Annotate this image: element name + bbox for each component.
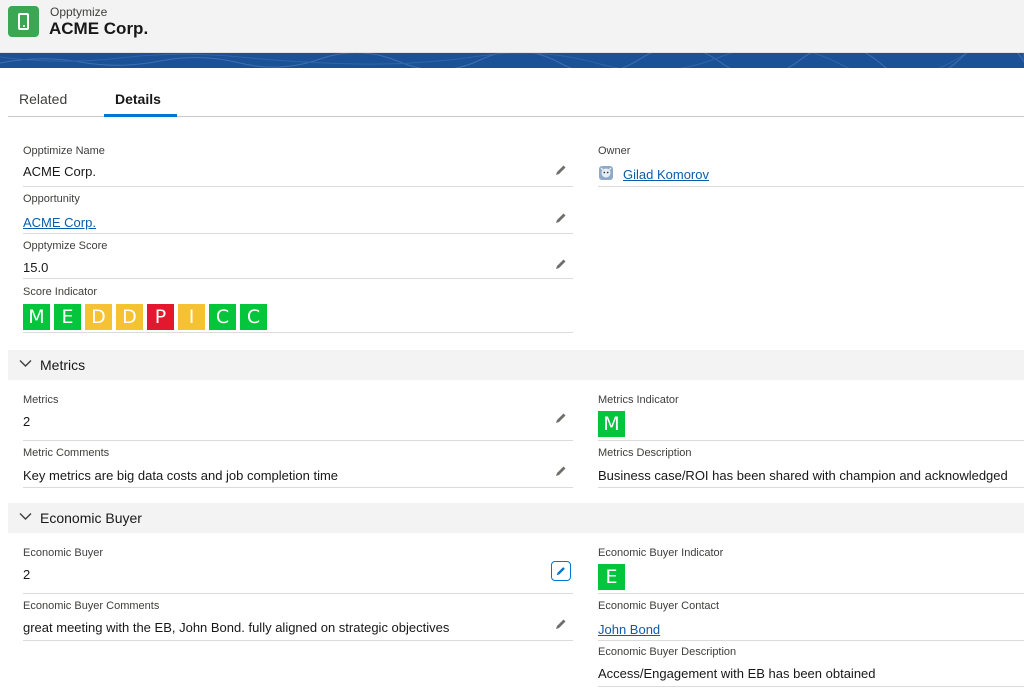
field-value: ACME Corp.	[23, 164, 96, 179]
edit-pencil-icon[interactable]	[554, 411, 568, 425]
field-label: Economic Buyer Comments	[23, 600, 160, 612]
score-letter-3: D	[85, 304, 112, 330]
active-tab-indicator	[104, 114, 177, 117]
field-value: Access/Engagement with EB has been obtai…	[598, 666, 876, 681]
score-letter-6: I	[178, 304, 205, 330]
field-value: Business case/ROI has been shared with c…	[598, 468, 1008, 483]
object-type-label: Opptymize	[50, 5, 108, 19]
score-letter-8: C	[240, 304, 267, 330]
field-economic-buyer-description: Economic Buyer Description Access/Engage…	[583, 644, 1024, 689]
section-title: Metrics	[40, 357, 86, 373]
field-label: Metric Comments	[23, 447, 110, 459]
field-score-indicator: Score Indicator MEDDPICC	[8, 284, 573, 334]
field-metrics-indicator: Metrics Indicator M	[583, 392, 1024, 442]
edit-pencil-icon[interactable]	[554, 257, 568, 271]
field-label: Owner	[598, 145, 631, 157]
field-metrics: Metrics 2	[8, 392, 573, 442]
tab-bar: Related Details	[8, 68, 1024, 117]
metrics-indicator-letter: M	[598, 411, 625, 437]
section-economic-buyer-header[interactable]: Economic Buyer	[8, 503, 1024, 533]
chevron-down-icon	[19, 360, 32, 367]
record-header: Opptymize ACME Corp.	[0, 0, 1024, 53]
field-economic-buyer-comments: Economic Buyer Comments great meeting wi…	[8, 598, 573, 643]
score-letter-7: C	[209, 304, 236, 330]
user-avatar-icon	[599, 166, 613, 180]
section-title: Economic Buyer	[40, 510, 142, 526]
header-banner	[0, 53, 1024, 68]
tab-related[interactable]: Related	[19, 91, 67, 107]
owner-link[interactable]: Gilad Komorov	[623, 167, 709, 182]
edit-pencil-icon-focused[interactable]	[551, 561, 571, 581]
field-label: Metrics Indicator	[598, 394, 679, 406]
tab-details[interactable]: Details	[115, 91, 161, 107]
economic-buyer-indicator-letter: E	[598, 564, 625, 590]
score-letter-2: E	[54, 304, 81, 330]
field-label: Metrics Description	[598, 447, 692, 459]
field-owner: Owner Gilad Komorov	[583, 143, 1024, 188]
chevron-down-icon	[19, 513, 32, 520]
field-value: Key metrics are big data costs and job c…	[23, 468, 339, 483]
field-metrics-description: Metrics Description Business case/ROI ha…	[583, 445, 1024, 490]
field-label: Opptymize Score	[23, 240, 108, 252]
field-opportunity: Opportunity ACME Corp.	[8, 191, 573, 236]
field-economic-buyer-indicator: Economic Buyer Indicator E	[583, 545, 1024, 595]
score-letter-1: M	[23, 304, 50, 330]
field-label: Opptimize Name	[23, 145, 105, 157]
field-value: great meeting with the EB, John Bond. fu…	[23, 620, 450, 635]
field-opptymize-score: Opptymize Score 15.0	[8, 238, 573, 283]
edit-pencil-icon[interactable]	[554, 464, 568, 478]
field-label: Economic Buyer Description	[598, 646, 737, 658]
field-label: Economic Buyer Indicator	[598, 547, 724, 559]
section-metrics-header[interactable]: Metrics	[8, 350, 1024, 380]
economic-buyer-contact-link[interactable]: John Bond	[598, 622, 660, 637]
field-opptimize-name: Opptimize Name ACME Corp.	[8, 143, 573, 188]
record-detail-card: Related Details Opptimize Name ACME Corp…	[8, 68, 1024, 696]
edit-pencil-icon[interactable]	[554, 211, 568, 225]
field-label: Score Indicator	[23, 286, 97, 298]
opportunity-link[interactable]: ACME Corp.	[23, 215, 96, 230]
field-label: Economic Buyer Contact	[598, 600, 720, 612]
field-metric-comments: Metric Comments Key metrics are big data…	[8, 445, 573, 490]
score-letter-5: P	[147, 304, 174, 330]
field-label: Metrics	[23, 394, 59, 406]
field-economic-buyer-contact: Economic Buyer Contact John Bond	[583, 598, 1024, 643]
field-value: 15.0	[23, 260, 49, 275]
edit-pencil-icon[interactable]	[554, 163, 568, 177]
field-value: 2	[23, 414, 31, 429]
edit-pencil-icon[interactable]	[554, 617, 568, 631]
field-label: Economic Buyer	[23, 547, 104, 559]
field-value: 2	[23, 567, 31, 582]
score-letter-4: D	[116, 304, 143, 330]
phone-icon	[8, 6, 39, 37]
field-label: Opportunity	[23, 193, 80, 205]
record-title: ACME Corp.	[49, 19, 149, 38]
field-economic-buyer: Economic Buyer 2	[8, 545, 573, 595]
